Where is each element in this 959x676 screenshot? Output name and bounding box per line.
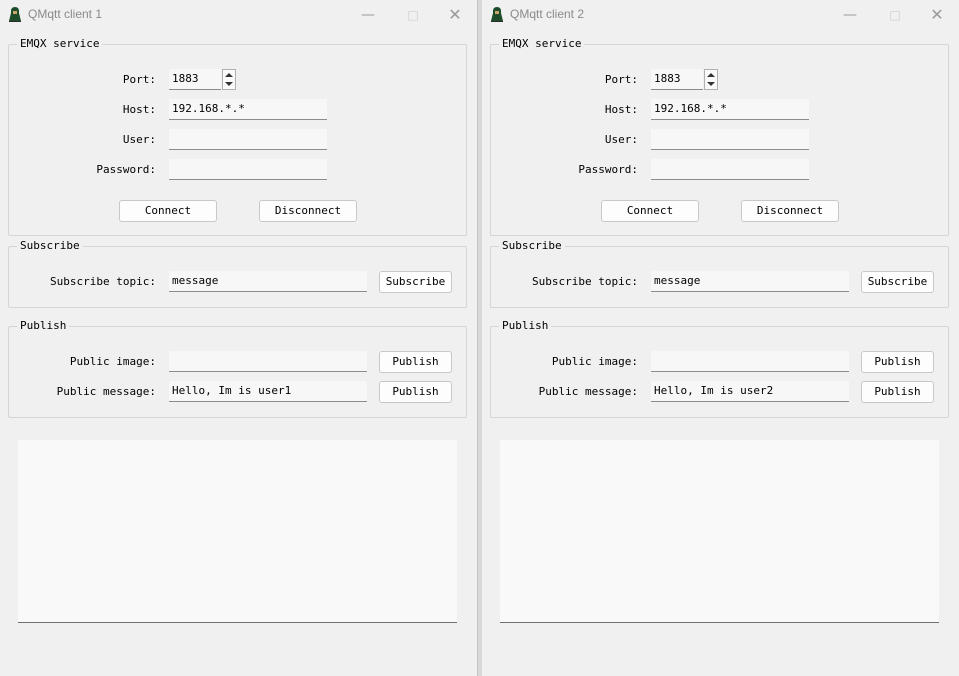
- port-spin-buttons[interactable]: [222, 69, 236, 90]
- connect-button[interactable]: Connect: [601, 200, 699, 222]
- app-icon: [9, 7, 21, 22]
- port-value[interactable]: 1883: [169, 69, 221, 90]
- port-label: Port:: [122, 73, 156, 86]
- public-image-label: Public image:: [69, 355, 156, 368]
- password-label: Password:: [578, 163, 638, 176]
- window-title: QMqtt client 1: [28, 7, 103, 21]
- minimize-icon[interactable]: —: [836, 4, 864, 26]
- emqx-service-group: EMQX service Port: 1883 Host: 192.168.*.…: [8, 37, 467, 236]
- publish-group: Publish Public image: Publish Public mes…: [8, 319, 467, 418]
- close-icon[interactable]: ✕: [923, 4, 951, 26]
- publish-group-title: Publish: [499, 319, 552, 332]
- maximize-icon[interactable]: □: [399, 4, 427, 26]
- public-image-field[interactable]: [169, 351, 367, 372]
- password-label: Password:: [96, 163, 156, 176]
- maximize-icon[interactable]: □: [881, 4, 909, 26]
- publish-image-button[interactable]: Publish: [379, 351, 452, 373]
- message-output-area[interactable]: [500, 440, 939, 623]
- user-label: User:: [122, 133, 156, 146]
- publish-group-title: Publish: [17, 319, 70, 332]
- subscribe-topic-label: Subscribe topic:: [532, 275, 638, 288]
- subscribe-button[interactable]: Subscribe: [379, 271, 452, 293]
- qmqtt-client-window: QMqtt client 1 — □ ✕ EMQX service Port: …: [0, 0, 477, 676]
- port-value[interactable]: 1883: [651, 69, 703, 90]
- public-image-field[interactable]: [651, 351, 849, 372]
- host-label: Host:: [604, 103, 638, 116]
- user-label: User:: [604, 133, 638, 146]
- close-icon[interactable]: ✕: [441, 4, 469, 26]
- spin-down-icon[interactable]: [225, 82, 233, 86]
- port-spin-buttons[interactable]: [704, 69, 718, 90]
- emqx-group-title: EMQX service: [17, 37, 103, 50]
- disconnect-button[interactable]: Disconnect: [259, 200, 357, 222]
- publish-group: Publish Public image: Publish Public mes…: [490, 319, 949, 418]
- subscribe-button[interactable]: Subscribe: [861, 271, 934, 293]
- qmqtt-client-window: QMqtt client 2 — □ ✕ EMQX service Port: …: [482, 0, 959, 676]
- message-output-area[interactable]: [18, 440, 457, 623]
- host-label: Host:: [122, 103, 156, 116]
- spin-up-icon[interactable]: [707, 73, 715, 77]
- spin-down-icon[interactable]: [707, 82, 715, 86]
- port-label: Port:: [604, 73, 638, 86]
- subscribe-group-title: Subscribe: [17, 239, 83, 252]
- public-message-field[interactable]: Hello, Im is user1: [169, 381, 367, 402]
- title-bar[interactable]: QMqtt client 2 — □ ✕: [482, 0, 959, 30]
- subscribe-topic-label: Subscribe topic:: [50, 275, 156, 288]
- publish-image-button[interactable]: Publish: [861, 351, 934, 373]
- minimize-icon[interactable]: —: [354, 4, 382, 26]
- emqx-service-group: EMQX service Port: 1883 Host: 192.168.*.…: [490, 37, 949, 236]
- subscribe-group: Subscribe Subscribe topic: message Subsc…: [490, 239, 949, 308]
- user-field[interactable]: [169, 129, 327, 150]
- subscribe-group-title: Subscribe: [499, 239, 565, 252]
- emqx-group-title: EMQX service: [499, 37, 585, 50]
- app-icon: [491, 7, 503, 22]
- subscribe-group: Subscribe Subscribe topic: message Subsc…: [8, 239, 467, 308]
- host-field[interactable]: 192.168.*.*: [169, 99, 327, 120]
- window-title: QMqtt client 2: [510, 7, 585, 21]
- public-image-label: Public image:: [551, 355, 638, 368]
- publish-message-button[interactable]: Publish: [861, 381, 934, 403]
- subscribe-topic-field[interactable]: message: [169, 271, 367, 292]
- connect-button[interactable]: Connect: [119, 200, 217, 222]
- public-message-field[interactable]: Hello, Im is user2: [651, 381, 849, 402]
- spin-up-icon[interactable]: [225, 73, 233, 77]
- host-field[interactable]: 192.168.*.*: [651, 99, 809, 120]
- disconnect-button[interactable]: Disconnect: [741, 200, 839, 222]
- subscribe-topic-field[interactable]: message: [651, 271, 849, 292]
- public-message-label: Public message:: [538, 385, 638, 398]
- publish-message-button[interactable]: Publish: [379, 381, 452, 403]
- title-bar[interactable]: QMqtt client 1 — □ ✕: [0, 0, 477, 30]
- password-field[interactable]: [651, 159, 809, 180]
- public-message-label: Public message:: [56, 385, 156, 398]
- password-field[interactable]: [169, 159, 327, 180]
- user-field[interactable]: [651, 129, 809, 150]
